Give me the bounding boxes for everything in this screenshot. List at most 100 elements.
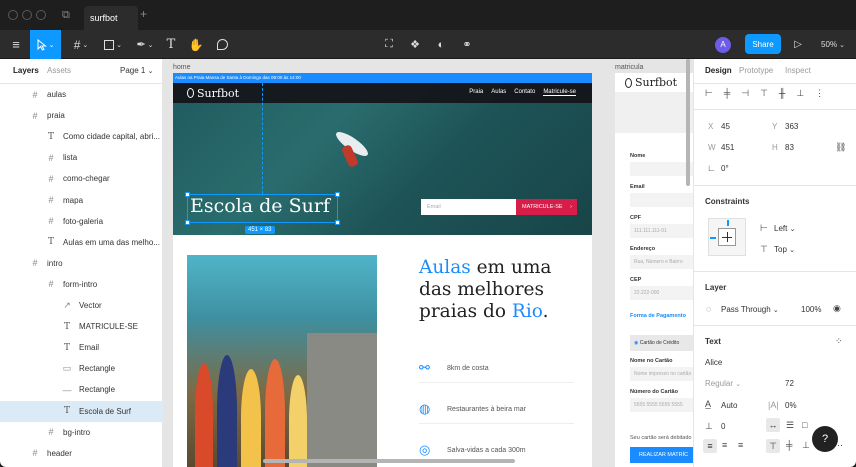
maximize-dot[interactable] (36, 10, 46, 20)
hero-title[interactable]: Escola de Surf (190, 195, 330, 217)
component-frame-icon[interactable]: ⛶ (380, 30, 398, 59)
help-button[interactable]: ? (812, 426, 838, 452)
align-bottom-icon[interactable]: ⊥ (796, 88, 804, 99)
font-size-field[interactable]: 72 (785, 379, 794, 388)
layer-row[interactable]: T Email (0, 337, 163, 358)
layer-row[interactable]: # bg-intro (0, 422, 163, 443)
layer-row[interactable]: T Como cidade capital, abri... (0, 126, 163, 147)
horizontal-scrollbar[interactable] (263, 459, 515, 463)
layer-row[interactable]: T MATRICULE-SE (0, 316, 163, 337)
text-align-center-icon[interactable]: ≡ (722, 440, 727, 450)
opacity-field[interactable]: 100% (801, 305, 821, 314)
link-icon[interactable]: ⚭ (458, 30, 476, 59)
comment-tool-icon[interactable] (213, 30, 231, 59)
nav-aulas[interactable]: Aulas (491, 89, 506, 96)
constraint-h-dropdown[interactable]: Left ⌄ (774, 224, 795, 233)
h-field[interactable]: 83 (785, 143, 794, 152)
distribute-icon[interactable]: ⋮ (815, 88, 824, 99)
eye-icon[interactable]: ◉ (833, 303, 841, 314)
frame-label-home[interactable]: home (173, 64, 191, 71)
minimize-dot[interactable] (22, 10, 32, 20)
home-frame[interactable]: Aulas na Praia Mansa de Santa à Domingo … (173, 73, 592, 467)
move-tool-button[interactable]: ⌄ (30, 30, 61, 59)
vertical-scrollbar[interactable] (686, 59, 690, 186)
text-align-right-icon[interactable]: ≡ (738, 440, 743, 450)
close-dot[interactable] (8, 10, 18, 20)
align-left-icon[interactable]: ⊢ (705, 88, 713, 99)
layer-row[interactable]: ↗ Vector (0, 295, 163, 316)
auto-width-icon[interactable]: ↔ (766, 418, 780, 432)
layer-row[interactable]: # praia (0, 105, 163, 126)
layer-row[interactable]: # form-intro (0, 274, 163, 295)
text-tool-icon[interactable]: T (163, 30, 179, 59)
input-cep[interactable]: 22.222-000 (630, 286, 693, 300)
tab-design[interactable]: Design (705, 66, 732, 75)
layer-row[interactable]: # intro (0, 253, 163, 274)
layer-row[interactable]: ▭ Rectangle (0, 358, 163, 379)
constraint-v-dropdown[interactable]: Top ⌄ (774, 245, 795, 254)
rotation-field[interactable]: 0° (721, 164, 729, 173)
input-numero-cartao[interactable]: 5555 5555 5555 5555 (630, 398, 693, 412)
align-top-text-icon[interactable]: ⊤ (766, 439, 780, 453)
font-weight-dropdown[interactable]: Regular ⌄ (705, 379, 741, 388)
section-heading[interactable]: Aulas em uma das melhores praias do Rio. (419, 257, 579, 323)
pen-tool-icon[interactable]: ✒ ⌄ (132, 30, 158, 59)
frame-label-matricula[interactable]: matricula (615, 64, 643, 71)
nav-matricule[interactable]: Matricule-se (543, 89, 576, 96)
submit-button[interactable]: REALIZAR MATRÍC (630, 447, 693, 463)
align-middle-v-icon[interactable]: ╫ (779, 88, 785, 99)
text-align-left-icon[interactable]: ≡ (703, 439, 717, 453)
layer-row[interactable]: # aulas (0, 84, 163, 105)
email-input[interactable]: Email (421, 199, 516, 215)
layer-row[interactable]: # mapa (0, 190, 163, 211)
avatar[interactable]: A (714, 30, 732, 59)
frame-tool-icon[interactable]: # ⌄ (68, 30, 94, 59)
align-top-icon[interactable]: ⊤ (760, 88, 768, 99)
present-icon[interactable]: ▷ (790, 30, 806, 59)
new-tab-icon[interactable]: + (140, 7, 147, 21)
tab-inspect[interactable]: Inspect (785, 66, 811, 75)
file-tab[interactable]: surfbot (84, 6, 138, 30)
mask-icon[interactable]: ◐ (432, 30, 450, 59)
tab-layers[interactable]: Layers (13, 66, 39, 75)
layer-row[interactable]: # header (0, 443, 163, 464)
line-height-field[interactable]: Auto (721, 401, 737, 410)
layer-row[interactable]: # lista (0, 147, 163, 168)
component-icon[interactable]: ❖ (406, 30, 424, 59)
layer-row[interactable]: T Escola de Surf (0, 400, 163, 422)
figma-logo-icon[interactable]: ⧉ (62, 9, 70, 22)
zoom-dropdown[interactable]: 50% ⌄ (816, 30, 850, 59)
card-option[interactable]: ◉ Cartão de Crédito (630, 335, 693, 351)
w-field[interactable]: 451 (721, 143, 734, 152)
layer-row[interactable]: # como-chegar (0, 168, 163, 189)
blend-dropdown[interactable]: Pass Through ⌄ (721, 305, 779, 314)
canvas[interactable]: home matricula Aulas na Praia Mansa de S… (163, 59, 693, 467)
input-cpf[interactable]: 111.111.111-01 (630, 224, 693, 238)
fixed-size-icon[interactable]: □ (802, 420, 807, 430)
constraint-widget[interactable] (708, 218, 746, 256)
layer-row[interactable]: — Rectangle (0, 379, 163, 400)
layer-row[interactable]: # foto-galeria (0, 211, 163, 232)
text-styles-icon[interactable]: ⁘ (835, 336, 843, 347)
y-field[interactable]: 363 (785, 122, 798, 131)
font-family-field[interactable]: Alice (705, 358, 722, 367)
matricule-button[interactable]: MATRICULE-SE › (516, 199, 577, 215)
nav-praia[interactable]: Praia (469, 89, 483, 96)
input-nome[interactable] (630, 162, 693, 176)
align-right-icon[interactable]: ⊣ (741, 88, 749, 99)
align-bottom-text-icon[interactable]: ⊥ (802, 440, 810, 451)
align-center-h-icon[interactable]: ╪ (724, 88, 730, 99)
tab-assets[interactable]: Assets (47, 66, 71, 75)
input-email[interactable] (630, 193, 693, 207)
share-button[interactable]: Share (745, 34, 781, 54)
constrain-proportions-icon[interactable]: ⛓ (835, 142, 846, 153)
page-dropdown[interactable]: Page 1 ⌄ (120, 66, 153, 75)
auto-height-icon[interactable]: ☰ (786, 420, 794, 431)
nav-contato[interactable]: Contato (514, 89, 535, 96)
paragraph-spacing-field[interactable]: 0 (721, 422, 725, 431)
letter-spacing-field[interactable]: 0% (785, 401, 797, 410)
align-middle-text-icon[interactable]: ╪ (786, 440, 792, 450)
layer-row[interactable]: T Aulas em uma das melho... (0, 232, 163, 253)
x-field[interactable]: 45 (721, 122, 730, 131)
shape-tool-icon[interactable]: ⌄ (100, 30, 126, 59)
